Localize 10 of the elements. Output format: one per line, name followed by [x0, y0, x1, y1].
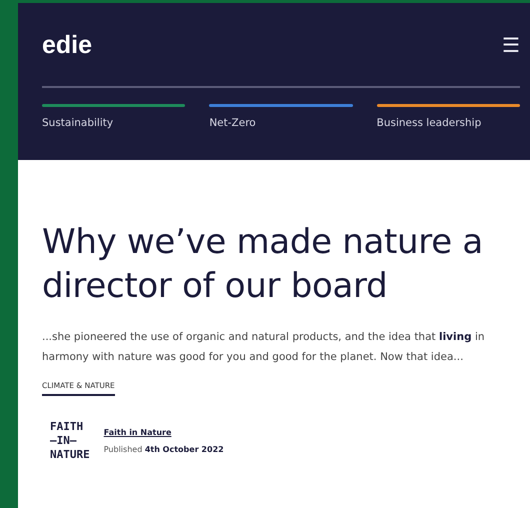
nav-link[interactable]: Business leadership — [376, 104, 520, 129]
nav-link[interactable]: Net-Zero — [209, 104, 353, 129]
article-title[interactable]: Why we’ve made nature a director of our board — [42, 220, 520, 308]
publish-date: Published 4th October 2022 — [104, 445, 224, 454]
menu-button[interactable]: ☰ — [502, 36, 520, 56]
site-logo[interactable]: edie — [42, 31, 92, 60]
brand-logo: FAITH —IN— NATURE — [50, 420, 90, 462]
nav-link[interactable]: Sustainability — [42, 104, 186, 129]
article-excerpt: ...she pioneered the use of organic and natural products, and the idea that living in harmony with nature was good for you and good for the planet. Now that idea... — [42, 330, 486, 364]
author-link[interactable]: Faith in Nature — [104, 428, 224, 437]
